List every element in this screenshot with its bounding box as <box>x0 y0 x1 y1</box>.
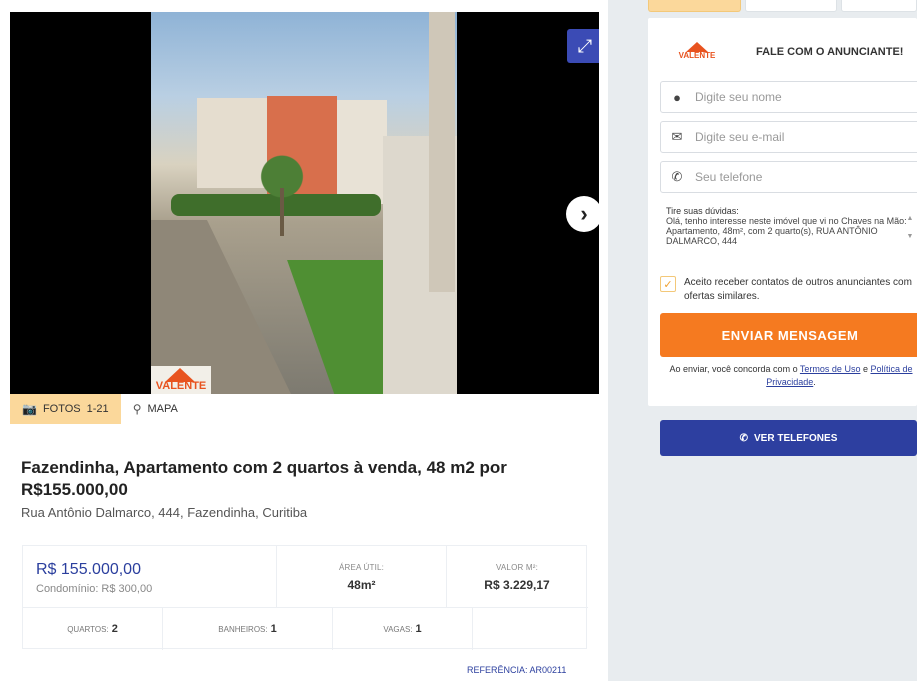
user-icon: ● <box>673 89 681 105</box>
tab-photos-count: 1-21 <box>86 403 109 415</box>
terms-of-use-link[interactable]: Termos de Uso <box>800 364 861 374</box>
scroll-down-icon: ▼ <box>906 233 914 240</box>
phone-field[interactable]: ✆ <box>660 161 917 193</box>
terms-text-pre: Ao enviar, você concorda com o <box>669 364 800 374</box>
area-value: 48m² <box>347 578 376 592</box>
terms-text-end: . <box>813 377 816 387</box>
message-scrollbar[interactable]: ▲ ▼ <box>906 210 914 254</box>
price-per-m2-cell: VALOR M²: R$ 3.229,17 <box>447 546 587 608</box>
sidebar-top-tabs <box>648 0 917 12</box>
optin-row: ✓ Aceito receber contatos de outros anun… <box>660 276 916 304</box>
phone-icon: ✆ <box>671 169 683 184</box>
area-label: ÁREA ÚTIL: <box>338 563 385 572</box>
baths-cell: BANHEIROS: 1 <box>163 608 333 650</box>
parking-value: 1 <box>415 623 422 635</box>
show-phones-button[interactable]: ✆ VER TELEFONES <box>660 420 917 456</box>
phone-input[interactable] <box>695 170 895 184</box>
price-details-box: R$ 155.000,00 Condomínio: R$ 300,00 ÁREA… <box>22 545 588 650</box>
listing-title: Fazendinha, Apartamento com 2 quartos à … <box>21 458 507 499</box>
price-per-m2-value: R$ 3.229,17 <box>484 578 550 592</box>
terms-notice: Ao enviar, você concorda com o Termos de… <box>662 363 917 389</box>
phone-icon: ✆ <box>739 432 749 444</box>
show-phones-label: VER TELEFONES <box>754 432 838 444</box>
scroll-up-icon: ▲ <box>906 215 914 222</box>
optin-checkbox[interactable]: ✓ <box>660 276 676 292</box>
email-input[interactable] <box>695 130 895 144</box>
photo-building <box>337 100 387 204</box>
camera-icon: 📷 <box>22 402 37 416</box>
sidebar-tab-1[interactable] <box>648 0 741 12</box>
expand-button[interactable]: ⤢ <box>567 29 599 63</box>
name-input[interactable] <box>695 90 895 104</box>
tab-photos[interactable]: 📷 FOTOS 1-21 <box>10 394 121 424</box>
area-cell: ÁREA ÚTIL: 48m² <box>277 546 447 608</box>
baths-value: 1 <box>270 623 277 635</box>
listing-column: VALENTE ⤢ › 📷 FOTOS 1-21 ⚲ MAPA Fazendin… <box>0 0 608 681</box>
photo-gallery[interactable]: VALENTE ⤢ › <box>10 12 599 394</box>
envelope-icon: ✉ <box>671 129 683 144</box>
parking-cell: VAGAS: 1 <box>333 608 473 650</box>
tab-map-label: MAPA <box>147 403 178 415</box>
condo-fee: Condomínio: R$ 300,00 <box>36 583 153 595</box>
price-per-m2-label: VALOR M²: <box>495 563 539 572</box>
message-body: Olá, tenho interesse neste imóvel que vi… <box>666 216 907 246</box>
features-row: QUARTOS: 2 BANHEIROS: 1 VAGAS: 1 <box>23 608 588 650</box>
send-message-button[interactable]: ENVIAR MENSAGEM <box>660 313 917 357</box>
next-photo-button[interactable]: › <box>566 196 599 232</box>
tab-map[interactable]: ⚲ MAPA <box>121 394 190 424</box>
tab-photos-label: FOTOS <box>42 403 81 415</box>
message-head: Tire suas dúvidas: <box>666 206 739 216</box>
price-row: R$ 155.000,00 Condomínio: R$ 300,00 ÁREA… <box>23 546 588 608</box>
listing-address: Rua Antônio Dalmarco, 444, Fazendinha, C… <box>21 505 308 520</box>
baths-label: BANHEIROS: <box>218 624 268 634</box>
sidebar-tab-3[interactable] <box>841 0 917 12</box>
media-tabs: 📷 FOTOS 1-21 ⚲ MAPA <box>10 394 190 424</box>
sale-price: R$ 155.000,00 <box>36 561 141 578</box>
message-textarea[interactable]: Tire suas dúvidas: Olá, tenho interesse … <box>666 206 917 262</box>
property-photo[interactable] <box>151 12 457 394</box>
parking-label: VAGAS: <box>383 624 413 634</box>
rooms-cell: QUARTOS: 2 <box>23 608 163 650</box>
photo-pole <box>429 12 455 292</box>
sidebar-tab-2[interactable] <box>745 0 837 12</box>
map-pin-icon: ⚲ <box>132 402 142 416</box>
rooms-value: 2 <box>111 623 118 635</box>
rooms-label: QUARTOS: <box>67 624 109 634</box>
optin-label: Aceito receber contatos de outros anunci… <box>684 277 912 302</box>
logo-roof-icon <box>165 368 195 382</box>
contact-sidebar: VALENTE FALE COM O ANUNCIANTE! ● ✉ ✆ Tir… <box>608 0 917 681</box>
advertiser-logo: VALENTE <box>676 42 718 60</box>
expand-icon: ⤢ <box>577 35 593 56</box>
logo-roof-icon <box>686 42 708 52</box>
contact-header: VALENTE FALE COM O ANUNCIANTE! <box>648 42 917 62</box>
advertiser-logo-text: VALENTE <box>678 51 716 60</box>
check-icon: ✓ <box>663 278 673 291</box>
chevron-right-icon: › <box>580 201 588 226</box>
name-field[interactable]: ● <box>660 81 917 113</box>
photo-tree-trunk <box>280 188 284 236</box>
email-field[interactable]: ✉ <box>660 121 917 153</box>
photo-watermark-logo: VALENTE <box>151 366 211 394</box>
price-cell: R$ 155.000,00 Condomínio: R$ 300,00 <box>23 546 277 608</box>
contact-form-card: VALENTE FALE COM O ANUNCIANTE! ● ✉ ✆ Tir… <box>648 18 917 406</box>
contact-title: FALE COM O ANUNCIANTE! <box>756 46 904 58</box>
terms-text-mid: e <box>860 364 871 374</box>
listing-reference: REFERÊNCIA: AR00211 <box>467 665 567 675</box>
